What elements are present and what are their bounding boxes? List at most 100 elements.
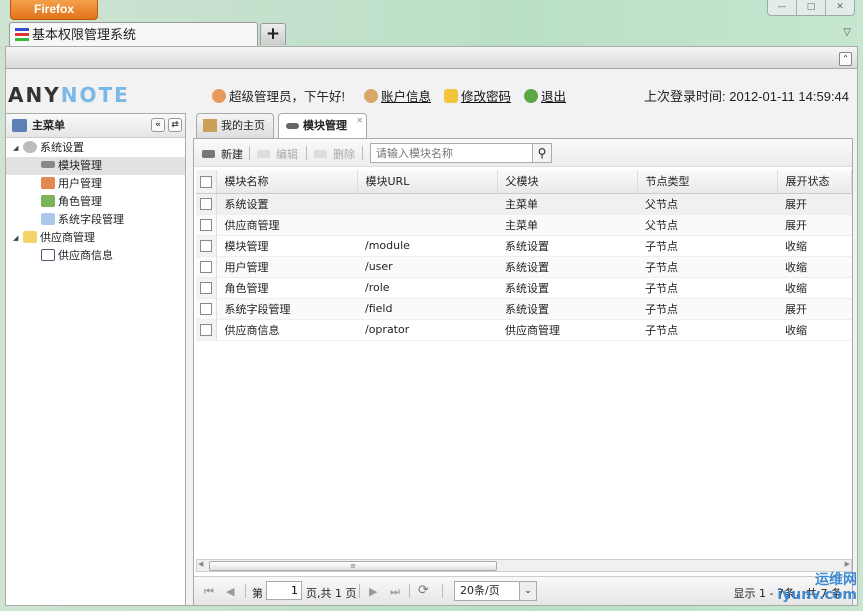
expand-arrow-icon[interactable]: ◢ <box>13 229 18 247</box>
table-cell: 子节点 <box>637 298 777 320</box>
home-icon <box>203 119 217 132</box>
link-icon <box>286 123 299 129</box>
table-cell: 展开 <box>777 193 852 215</box>
search-button[interactable]: ⚲ <box>532 143 552 163</box>
table-cell: 系统字段管理 <box>216 298 357 320</box>
new-tab-button[interactable]: + <box>260 23 286 45</box>
row-checkbox[interactable] <box>199 219 212 231</box>
table-cell: /oprator <box>357 319 497 341</box>
user-edit-icon <box>364 88 378 103</box>
tree-node-system-settings[interactable]: ◢ 系统设置 <box>6 139 185 157</box>
table-cell: 供应商管理 <box>216 214 357 236</box>
column-header[interactable]: 节点类型 <box>637 170 778 194</box>
table-row[interactable]: 模块管理/module 系统设置 子节点 收缩 <box>196 235 852 257</box>
collapse-sidebar-button[interactable]: « <box>151 118 165 132</box>
table-cell: 子节点 <box>637 235 777 257</box>
table-cell: 子节点 <box>637 277 777 299</box>
last-page-icon[interactable]: ⏭ <box>390 585 400 599</box>
table-cell: /field <box>357 298 497 320</box>
table-cell: 角色管理 <box>216 277 357 299</box>
tree-node-user-management[interactable]: 用户管理 <box>6 175 185 193</box>
folder-icon <box>23 231 37 243</box>
logout-icon <box>524 88 538 103</box>
table-row[interactable]: 供应商信息/oprator 供应商管理 子节点 收缩 <box>196 319 852 341</box>
table-row[interactable]: 系统设置 主菜单 父节点 展开 <box>196 193 852 215</box>
expand-arrow-icon[interactable]: ◢ <box>13 139 18 157</box>
tab-home[interactable]: 我的主页 <box>196 113 274 138</box>
tag-icon <box>41 213 55 225</box>
tree-node-supplier-info[interactable]: 供应商信息 <box>6 247 185 265</box>
select-all-checkbox[interactable] <box>199 175 212 188</box>
table-cell: 系统设置 <box>497 298 637 320</box>
tree-node-role-management[interactable]: 角色管理 <box>6 193 185 211</box>
chevron-down-icon[interactable]: ⌄ <box>519 582 536 600</box>
maximize-button[interactable]: □ <box>796 0 825 15</box>
horizontal-scrollbar[interactable]: ◀ ≡ ▶ <box>196 559 852 572</box>
row-checkbox[interactable] <box>199 198 212 210</box>
minimize-button[interactable]: — <box>768 0 796 15</box>
column-header[interactable]: 模块名称 <box>216 170 358 194</box>
first-page-icon[interactable]: ⏮ <box>204 585 214 599</box>
column-header[interactable]: 展开状态 <box>777 170 852 194</box>
table-cell: 系统设置 <box>497 256 637 278</box>
close-tab-icon[interactable]: ✕ <box>356 109 363 133</box>
monitor-icon <box>12 119 27 132</box>
page-number-input[interactable] <box>266 581 302 600</box>
table-cell: 模块管理 <box>216 235 357 257</box>
next-page-icon[interactable]: ▶ <box>369 585 377 598</box>
column-header[interactable]: 父模块 <box>497 170 638 194</box>
site-favicon-icon <box>15 28 29 41</box>
row-checkbox[interactable] <box>199 303 212 315</box>
table-cell: 展开 <box>777 298 852 320</box>
table-cell: 系统设置 <box>497 235 637 257</box>
prev-page-icon[interactable]: ◀ <box>226 585 234 598</box>
browser-tab-title: 基本权限管理系统 <box>32 27 137 42</box>
logout-link[interactable]: 退出 <box>524 86 566 105</box>
tab-list-button[interactable]: ▽ <box>843 27 851 38</box>
table-cell: 用户管理 <box>216 256 357 278</box>
column-header[interactable]: 模块URL <box>357 170 498 194</box>
browser-tab[interactable]: 基本权限管理系统 <box>9 22 258 47</box>
scroll-left-icon[interactable]: ◀ <box>198 560 203 568</box>
group-icon <box>41 195 55 207</box>
scroll-right-icon[interactable]: ▶ <box>845 560 850 568</box>
user-icon <box>212 88 226 103</box>
tree-node-field-management[interactable]: 系统字段管理 <box>6 211 185 229</box>
delete-button[interactable]: 删除 <box>314 146 355 162</box>
refresh-icon[interactable]: ⟳ <box>418 583 429 598</box>
refresh-sidebar-button[interactable]: ⇄ <box>168 118 182 132</box>
row-checkbox[interactable] <box>199 261 212 273</box>
row-checkbox[interactable] <box>199 282 212 294</box>
edit-button[interactable]: 编辑 <box>257 146 298 162</box>
scrollbar-thumb[interactable]: ≡ <box>209 561 497 571</box>
table-cell: 展开 <box>777 214 852 236</box>
table-row[interactable]: 角色管理/role 系统设置 子节点 收缩 <box>196 277 852 299</box>
account-info-link[interactable]: 账户信息 <box>364 86 431 105</box>
table-row[interactable]: 系统字段管理/field 系统设置 子节点 展开 <box>196 298 852 320</box>
sidebar-header: 主菜单 « ⇄ <box>6 114 185 138</box>
table-cell <box>357 193 497 215</box>
module-search-input[interactable] <box>370 143 551 163</box>
tree-node-module-management[interactable]: 模块管理 <box>6 157 185 175</box>
change-password-link[interactable]: 修改密码 <box>444 86 511 105</box>
table-header: 模块名称 模块URL 父模块 节点类型 展开状态 <box>196 170 852 194</box>
page-size-select[interactable]: 20条/页 ⌄ <box>454 581 537 601</box>
table-row[interactable]: 用户管理/user 系统设置 子节点 收缩 <box>196 256 852 278</box>
new-button[interactable]: 新建 <box>202 146 243 162</box>
gear-icon <box>23 141 37 153</box>
firefox-menu-button[interactable]: Firefox <box>10 0 98 20</box>
table-row[interactable]: 供应商管理 主菜单 父节点 展开 <box>196 214 852 236</box>
row-checkbox[interactable] <box>199 324 212 336</box>
close-window-button[interactable]: ✕ <box>825 0 854 15</box>
tab-module-management[interactable]: 模块管理 ✕ <box>278 113 367 139</box>
page-prefix: 第 <box>252 587 263 600</box>
window-controls: — □ ✕ <box>767 0 855 16</box>
row-checkbox[interactable] <box>199 240 212 252</box>
tree-node-supplier-management[interactable]: ◢ 供应商管理 <box>6 229 185 247</box>
table-cell: /role <box>357 277 497 299</box>
collapse-toolbar-button[interactable]: ⌃ <box>839 52 852 66</box>
table-cell: 系统设置 <box>216 193 357 215</box>
grid-toolbar: 新建 编辑 删除 ⚲ <box>194 139 852 167</box>
form-icon <box>41 249 55 261</box>
user-icon <box>41 177 55 189</box>
